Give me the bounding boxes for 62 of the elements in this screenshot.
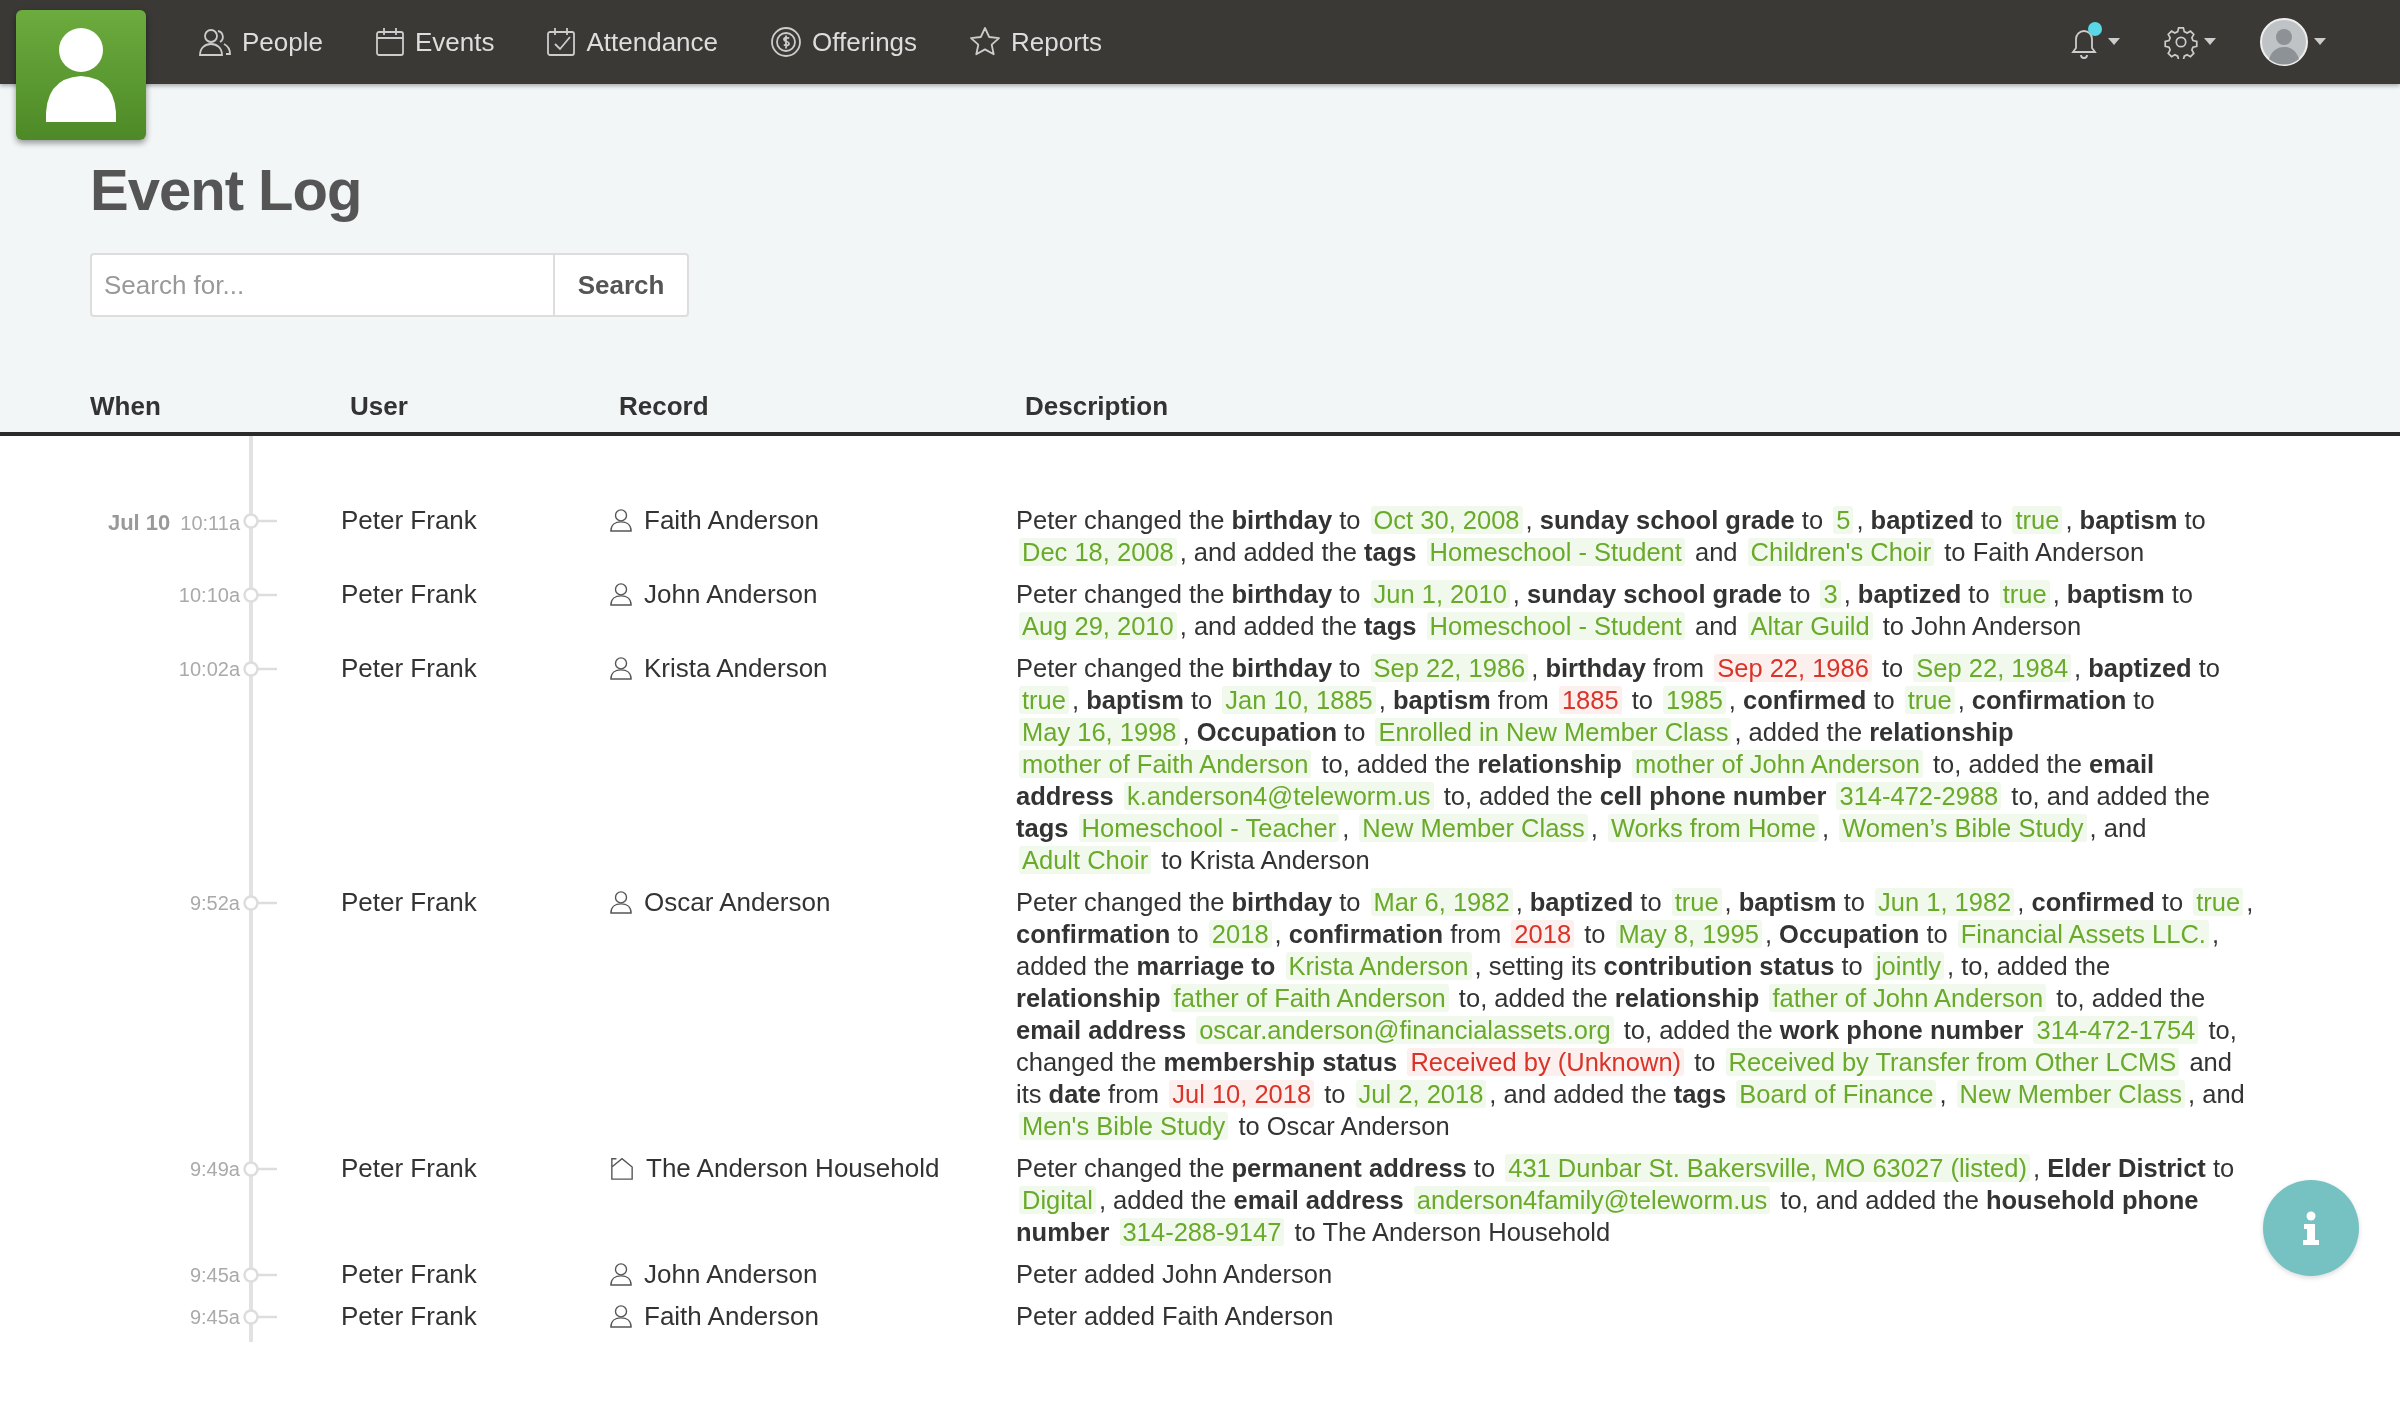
person-icon — [610, 890, 632, 914]
event-time: 9:45a — [189, 1306, 240, 1329]
search-field[interactable]: Search for... — [90, 253, 555, 317]
account-button[interactable] — [2260, 18, 2326, 66]
nav-link[interactable]: Events — [374, 26, 495, 58]
person-icon — [610, 1262, 632, 1286]
caret-icon — [2108, 38, 2120, 46]
event-time: 9:49a — [189, 1158, 240, 1181]
caret-icon — [2314, 38, 2326, 46]
event-description: Peter added John Anderson — [1016, 1259, 1333, 1290]
caret-icon — [2204, 38, 2216, 46]
house-icon — [610, 1156, 634, 1180]
nav-link[interactable]: People — [198, 26, 323, 58]
column-header: User — [349, 391, 409, 422]
app-logo[interactable] — [16, 10, 146, 140]
nav-link[interactable]: Offerings — [770, 26, 918, 58]
record-link[interactable]: John Anderson — [644, 578, 818, 610]
record-link[interactable]: The Anderson Household — [646, 1152, 940, 1184]
user-name: Peter Frank — [341, 504, 478, 536]
event-description: Peter changed the birthday to Mar 6, 1982 , baptized to true , baptism to Jun 1, 1982 , confirmed to true , confirmation to 2018 , confirmation from 2018 to May 8, 1995 , Occupation to Financial Assets LLC. , added the marriage to Krista Anderson , setting its contribution status to jointly , to, added the relationship father of Faith Anderson to, added the relationship father of John Anderson to, added the email address oscar.anderson@financialassets.org to, added the work phone number 314-472-1754 to, changed the membership status Received by (Unknown) to Received by Transfer from Other LCMS and its date from Jul 10, 2018 to Jul 2, 2018 , and added the tags Board of Finance , New Member Class , and Men's Bible Study to Oscar Anderson — [1016, 887, 2255, 1142]
record-link[interactable]: Faith Anderson — [644, 504, 819, 536]
nav-link[interactable]: Attendance — [546, 26, 719, 58]
settings-button[interactable] — [2164, 25, 2216, 59]
avatar-icon — [2260, 18, 2308, 66]
event-description: Peter changed the birthday to Sep 22, 1986 , birthday from Sep 22, 1986 to Sep 22, 1984 , baptized to true , baptism to Jan 10, 1885 , baptism from 1885 to 1985 , confirmed to true , confirmation to May 16, 1998 , Occupation to Enrolled in New Member Class , added the relationship mother of Faith Anderson to, added the relationship mother of John Anderson to, added the email address k.anderson4@teleworm.us to, added the cell phone number 314-472-2988 to, and added the tags Homeschool - Teacher , New Member Class , Works from Home , Women’s Bible Study , and Adult Choir to Krista Anderson — [1016, 653, 2221, 876]
event-description: Peter added Faith Anderson — [1016, 1301, 1334, 1332]
people-icon — [198, 27, 232, 57]
event-date: Jul 10 — [107, 510, 171, 536]
star-icon — [969, 26, 1002, 58]
user-name: Peter Frank — [341, 1300, 478, 1332]
calendar-check-icon — [546, 27, 577, 57]
record-link[interactable]: Faith Anderson — [644, 1300, 819, 1332]
event-description: Peter changed the birthday to Oct 30, 2008 , sunday school grade to 5 , baptized to true , baptism to Dec 18, 2008 , and added the tags Homeschool - Student and Children's Choir to Faith Anderson — [1016, 505, 2207, 568]
user-name: Peter Frank — [341, 578, 478, 610]
event-time: 9:45a — [189, 1264, 240, 1287]
person-icon — [610, 582, 632, 606]
page-title: Event Log — [90, 156, 363, 223]
coin-icon — [770, 26, 803, 58]
info-icon — [2301, 1210, 2321, 1246]
person-icon — [610, 508, 632, 532]
record-link[interactable]: Krista Anderson — [644, 652, 828, 684]
event-time: 10:11a — [180, 512, 240, 535]
column-header: Description — [1024, 391, 1170, 422]
calendar-icon — [374, 27, 405, 57]
record-link[interactable]: John Anderson — [644, 1258, 818, 1290]
event-time: 10:02a — [178, 658, 240, 681]
user-name: Peter Frank — [341, 886, 478, 918]
user-name: Peter Frank — [341, 652, 478, 684]
record-link[interactable]: Oscar Anderson — [644, 886, 831, 918]
user-name: Peter Frank — [341, 1152, 478, 1184]
column-header: When — [89, 391, 162, 422]
event-time: 9:52a — [189, 892, 240, 915]
event-description: Peter changed the permanent address to 431 Dunbar St. Bakersville, MO 63027 (listed) , Elder District to Digital , added the email address anderson4family@teleworm.us to, and added the household phone number 314-288-9147 to The Anderson Household — [1016, 1153, 2236, 1248]
event-description: Peter changed the birthday to Jun 1, 2010 , sunday school grade to 3 , baptized to true , baptism to Aug 29, 2010 , and added the tags Homeschool - Student and Altar Guild to John Anderson — [1016, 579, 2194, 642]
user-name: Peter Frank — [341, 1258, 478, 1290]
settings-icon — [2164, 25, 2198, 59]
nav-link[interactable]: Reports — [969, 26, 1103, 58]
column-header: Record — [618, 391, 710, 422]
person-icon — [610, 1304, 632, 1328]
event-time: 10:10a — [178, 584, 240, 607]
search-button[interactable]: Search — [555, 253, 689, 317]
person-icon — [610, 656, 632, 680]
